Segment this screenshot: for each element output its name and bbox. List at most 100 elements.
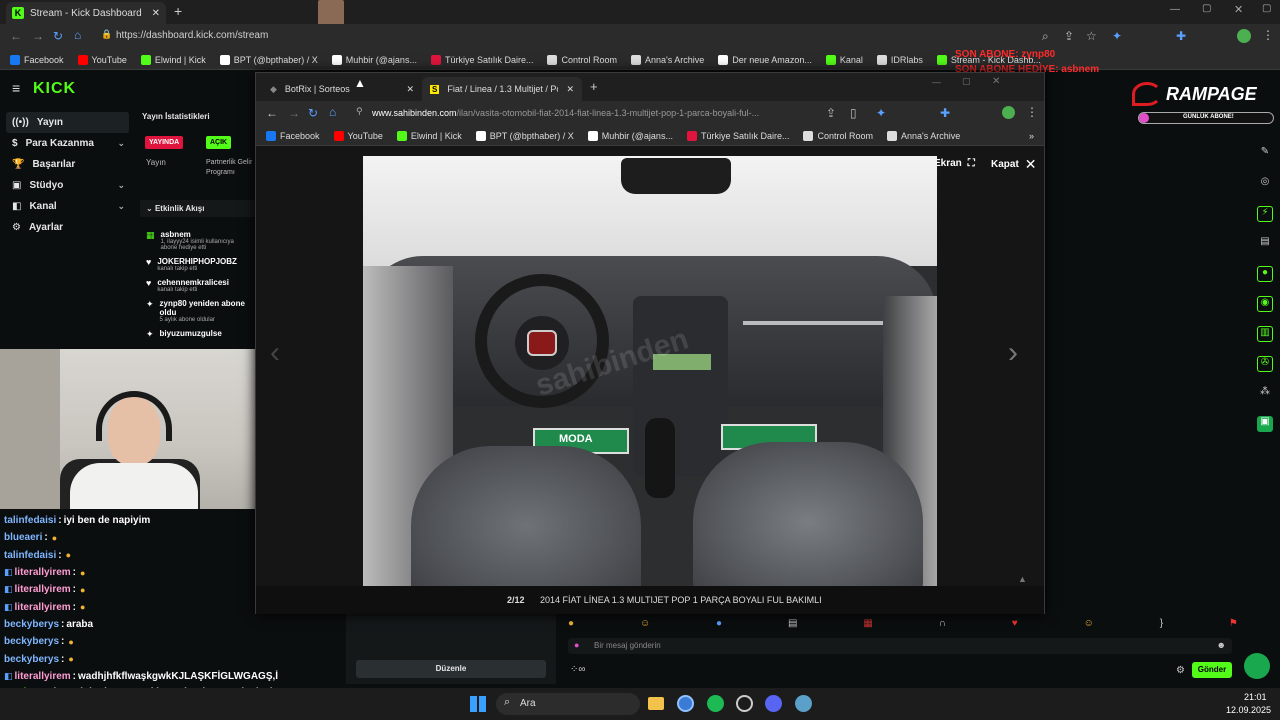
- profile-avatar[interactable]: [1002, 106, 1015, 119]
- taskbar-search[interactable]: ⌕ Ara: [496, 693, 640, 715]
- app-icon[interactable]: [736, 695, 753, 712]
- bookmark-item[interactable]: Kanal: [825, 54, 863, 65]
- bookmark-item[interactable]: Der neue Amazon...: [718, 54, 812, 65]
- bookmark-icon[interactable]: ▯: [850, 106, 857, 120]
- emote-icon[interactable]: ●: [568, 618, 574, 629]
- bookmark-item[interactable]: BPT (@bpthaber) / X: [475, 130, 574, 141]
- emote-icon[interactable]: ☺: [640, 618, 650, 629]
- chat-username[interactable]: blueaeri: [4, 532, 42, 543]
- close-tab-icon[interactable]: ✕: [152, 8, 160, 19]
- bookmark-item[interactable]: IDRlabs: [876, 54, 923, 65]
- emote-icon[interactable]: ☺: [1084, 618, 1094, 629]
- emote-icon[interactable]: ∩: [939, 618, 946, 629]
- home-icon[interactable]: ⌂: [329, 105, 336, 119]
- minimize-icon[interactable]: —: [932, 77, 941, 87]
- bookmark-item[interactable]: Türkiye Satılık Daire...: [430, 54, 533, 65]
- bookmark-item[interactable]: Elwind | Kick: [396, 130, 462, 141]
- maximize-icon[interactable]: ▢: [962, 76, 971, 87]
- target-icon[interactable]: ◎: [1257, 176, 1273, 192]
- site-info-icon[interactable]: ⚲: [356, 106, 363, 117]
- windows-start-icon[interactable]: [470, 696, 486, 712]
- forward-icon[interactable]: →: [32, 29, 44, 43]
- bookmark-item[interactable]: Control Room: [547, 54, 617, 65]
- share-icon[interactable]: ⇪: [826, 106, 836, 120]
- bookmark-item[interactable]: Muhbir (@ajans...: [331, 54, 417, 65]
- bookmark-item[interactable]: Facebook: [266, 130, 320, 141]
- message-icon[interactable]: ●: [1257, 266, 1273, 282]
- menu-kebab-icon[interactable]: ⋮: [1262, 28, 1274, 42]
- settings-icon[interactable]: ⚙: [1176, 665, 1185, 676]
- emote-icon[interactable]: ♥: [1012, 618, 1018, 629]
- tab-sahibinden[interactable]: S Fiat / Linea / 1.3 Multijet / Pop ... …: [422, 77, 582, 101]
- url-input[interactable]: https://dashboard.kick.com/stream: [116, 30, 268, 41]
- restore-window-icon[interactable]: ▢: [1262, 3, 1271, 14]
- reload-icon[interactable]: ↻: [53, 29, 63, 43]
- chat-username[interactable]: literallyirem: [15, 567, 71, 578]
- sidebar-item-ayarlar[interactable]: ⚙ Ayarlar: [0, 217, 135, 238]
- home-icon[interactable]: ⌂: [74, 28, 81, 42]
- wrench-icon[interactable]: ✇: [1257, 356, 1273, 372]
- folder-icon[interactable]: [648, 697, 664, 710]
- chat-username[interactable]: beckyberys: [4, 619, 59, 630]
- sidebar-item-yayin[interactable]: ((•)) Yayın: [6, 112, 129, 133]
- back-icon[interactable]: ←: [10, 29, 22, 43]
- chat-username[interactable]: literallyirem: [15, 671, 71, 682]
- forward-icon[interactable]: →: [288, 106, 300, 120]
- bookmark-item[interactable]: Elwind | Kick: [140, 54, 206, 65]
- maximize-icon[interactable]: ▢: [1202, 3, 1211, 14]
- emote-icon[interactable]: ●: [716, 618, 722, 629]
- bookmark-item[interactable]: Facebook: [10, 54, 64, 65]
- extensions-icon[interactable]: ✦: [1112, 29, 1122, 43]
- reload-icon[interactable]: ↻: [308, 106, 318, 120]
- sidebar-item-basarilar[interactable]: 🏆 Başarılar: [0, 154, 135, 175]
- bookmark-item[interactable]: Anna's Archive: [887, 130, 960, 141]
- chat-username[interactable]: talinfedaisi: [4, 550, 56, 561]
- bookmark-item[interactable]: Anna's Archive: [631, 54, 704, 65]
- discord-icon[interactable]: [765, 695, 782, 712]
- emote-icon[interactable]: ▦: [863, 618, 872, 629]
- fab-chat-icon[interactable]: [1244, 653, 1270, 679]
- emoji-icon[interactable]: ☻: [1217, 640, 1226, 650]
- bookmark-item[interactable]: BPT (@bpthaber) / X: [219, 54, 318, 65]
- network-app-icon[interactable]: [795, 695, 812, 712]
- doc-icon[interactable]: ▤: [1257, 236, 1273, 252]
- emote-icon[interactable]: }: [1160, 618, 1163, 629]
- back-icon[interactable]: ←: [266, 106, 278, 120]
- share-icon[interactable]: ⇪: [1064, 29, 1074, 43]
- bookmark-item[interactable]: YouTube: [333, 130, 383, 141]
- kick-logo[interactable]: KICK: [33, 80, 76, 98]
- spotify-icon[interactable]: [707, 695, 724, 712]
- close-tab-icon[interactable]: ✕: [566, 84, 574, 95]
- bolt-icon[interactable]: ⚡: [1257, 206, 1273, 222]
- chat-username[interactable]: beckyberys: [4, 636, 59, 647]
- bookmark-item[interactable]: Türkiye Satılık Daire...: [686, 130, 789, 141]
- send-button[interactable]: Gönder: [1192, 662, 1232, 678]
- video-icon[interactable]: ▣: [1257, 416, 1273, 432]
- close-tab-icon[interactable]: ✕: [406, 84, 414, 95]
- layers-icon[interactable]: ▥: [1257, 326, 1273, 342]
- bookmark-item[interactable]: YouTube: [77, 54, 127, 65]
- new-tab-icon[interactable]: +: [174, 3, 182, 19]
- sidebar-item-kanal[interactable]: ◧ Kanal ⌄: [0, 196, 135, 217]
- bookmark-item[interactable]: Muhbir (@ajans...: [587, 130, 673, 141]
- chat-username[interactable]: beckyberys: [4, 654, 59, 665]
- share-icon[interactable]: ⁂: [1257, 386, 1273, 402]
- minimize-icon[interactable]: —: [1170, 4, 1180, 15]
- chat-input[interactable]: ● Bir mesaj gönderin ☻: [568, 638, 1232, 654]
- close-window-icon[interactable]: ✕: [992, 76, 1000, 87]
- fullscreen-button[interactable]: Ekran ⛶: [934, 158, 975, 169]
- tab-kick-dashboard[interactable]: K Stream - Kick Dashboard ✕: [6, 2, 166, 24]
- emote-icon[interactable]: ⚑: [1229, 618, 1238, 629]
- zoom-icon[interactable]: ⌕: [1042, 29, 1049, 44]
- extension-puzzle-icon[interactable]: ✚: [1176, 29, 1186, 43]
- profile-avatar[interactable]: [1237, 29, 1251, 43]
- menu-kebab-icon[interactable]: ⋮: [1026, 105, 1038, 119]
- chat-username[interactable]: talinfedaisi: [4, 515, 56, 526]
- more-bookmarks-icon[interactable]: »: [1029, 131, 1034, 141]
- new-tab-icon[interactable]: +: [590, 79, 598, 94]
- broadcast-icon[interactable]: ◉: [1257, 296, 1273, 312]
- browser-icon[interactable]: [677, 695, 694, 712]
- extension-puzzle-icon[interactable]: ✚: [940, 106, 950, 120]
- sidebar-item-para-kazanma[interactable]: $ Para Kazanma ⌄: [0, 133, 135, 154]
- chat-username[interactable]: literallyirem: [15, 602, 71, 613]
